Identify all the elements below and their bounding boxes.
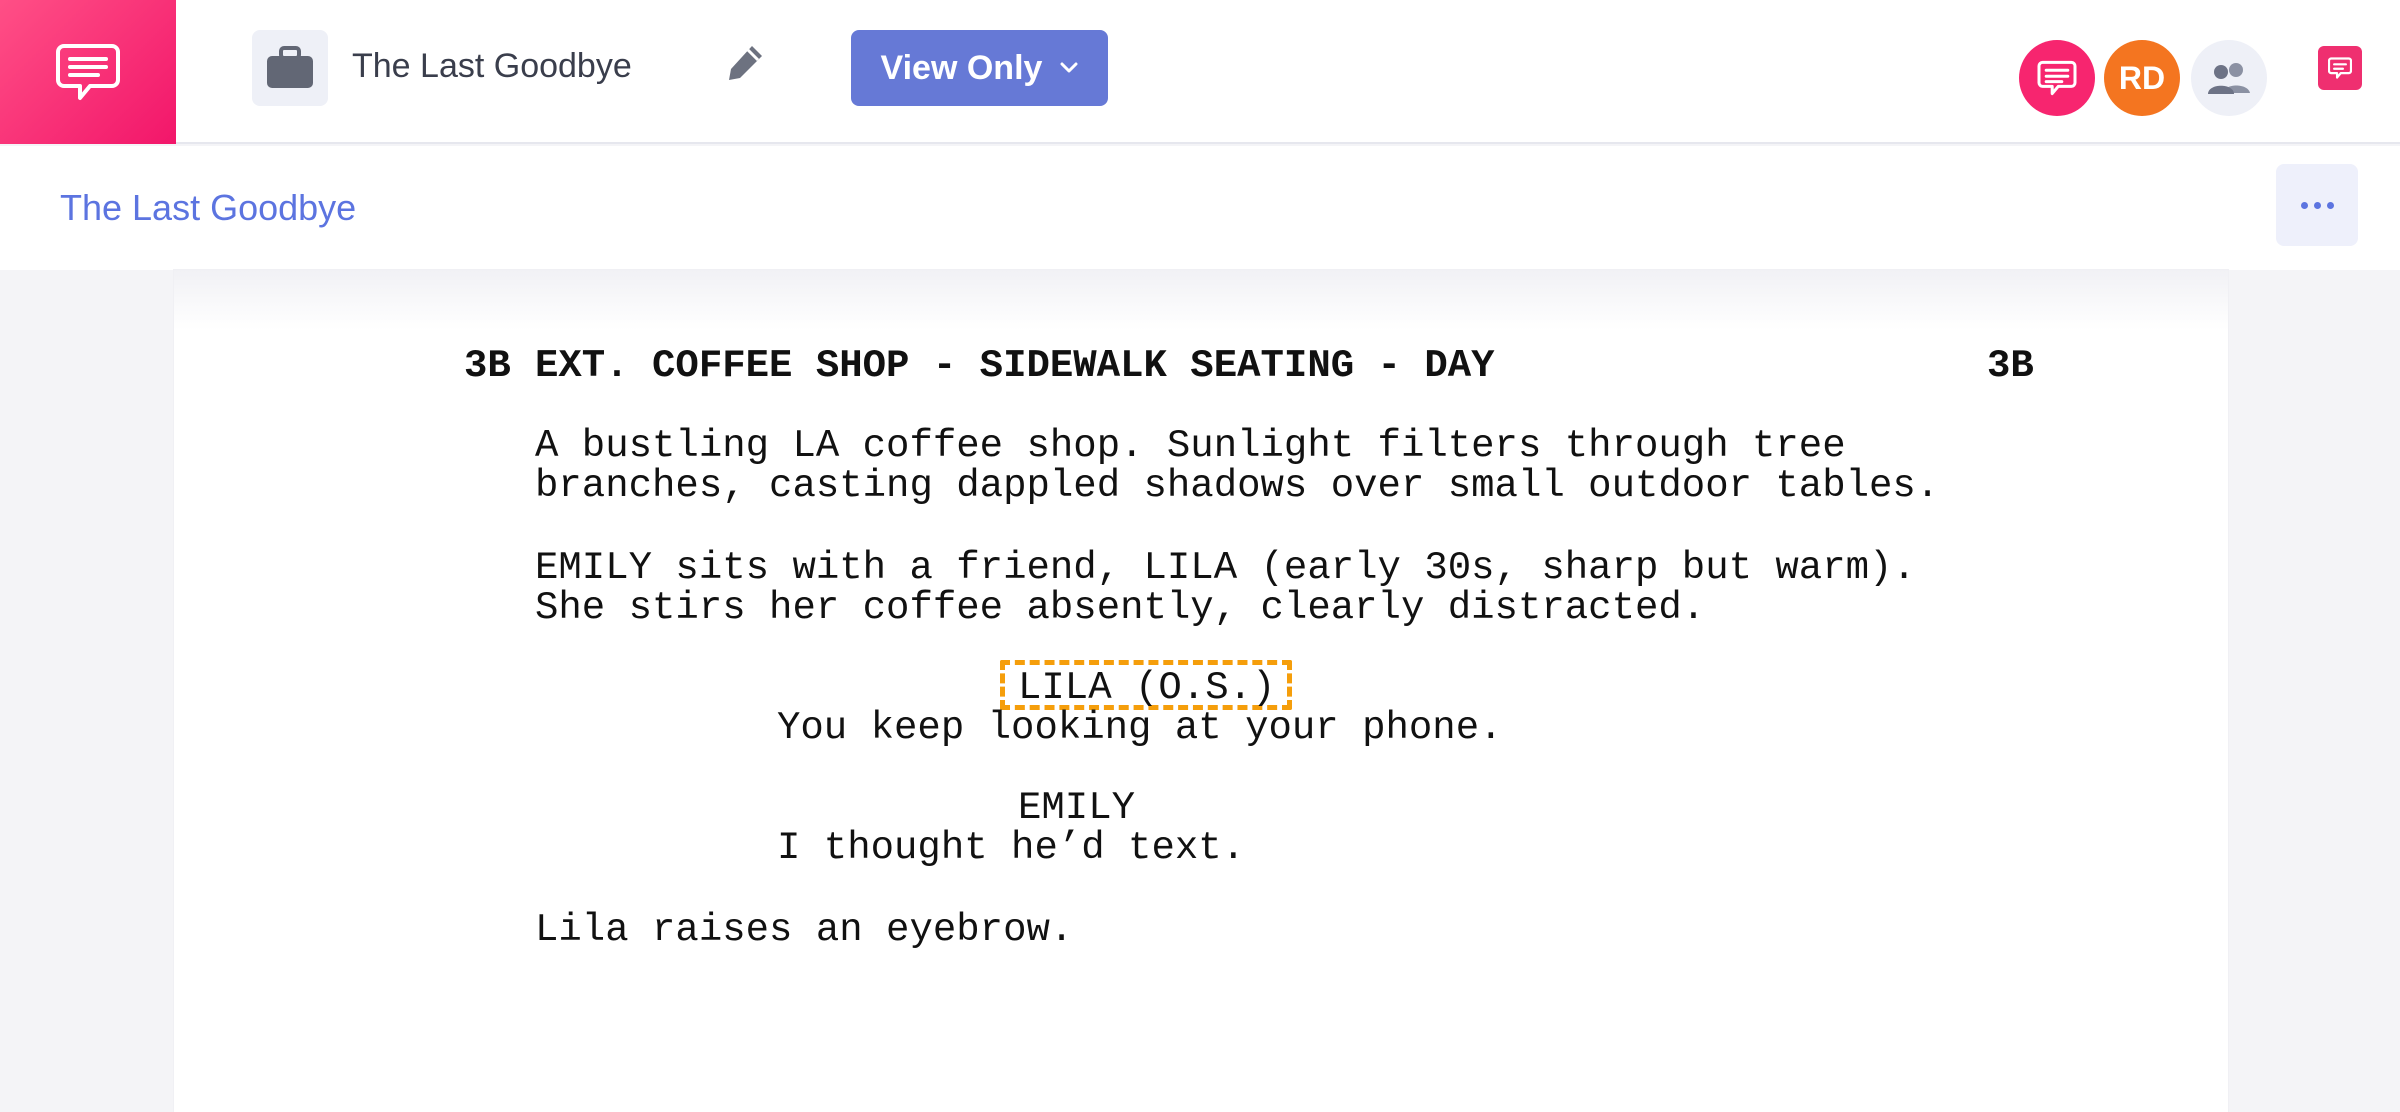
team-button[interactable]	[2191, 40, 2267, 116]
action-line[interactable]: EMILY sits with a friend, LILA (early 30…	[535, 548, 1916, 588]
action-line[interactable]: She stirs her coffee absently, clearly d…	[535, 588, 1705, 628]
view-mode-label: View Only	[880, 48, 1043, 87]
ellipsis-dot	[2326, 201, 2334, 209]
pencil-icon	[729, 46, 762, 80]
scene-heading[interactable]: EXT. COFFEE SHOP - SIDEWALK SEATING - DA…	[535, 346, 1495, 386]
document-header: The Last Goodbye	[0, 146, 2400, 270]
chat-toggle-button[interactable]	[2318, 46, 2362, 90]
scene-number-right: 3B	[1987, 344, 2034, 388]
user-avatar[interactable]: RD	[2104, 40, 2180, 116]
users-icon	[2208, 63, 2250, 94]
chevron-down-icon	[1060, 62, 1078, 73]
action-line[interactable]: branches, casting dappled shadows over s…	[535, 466, 1939, 506]
dialogue-line[interactable]: You keep looking at your phone.	[777, 708, 1503, 748]
ellipsis-dot	[2313, 201, 2321, 209]
chat-bubble-icon	[2328, 57, 2352, 79]
project-title[interactable]: The Last Goodbye	[352, 42, 632, 90]
action-line[interactable]: A bustling LA coffee shop. Sunlight filt…	[535, 426, 1846, 466]
brand-logo[interactable]	[0, 0, 176, 144]
document-title[interactable]: The Last Goodbye	[60, 184, 356, 232]
project-icon-button[interactable]	[252, 30, 328, 106]
character-name[interactable]: EMILY	[1018, 788, 1135, 828]
action-line[interactable]: Lila raises an eyebrow.	[535, 910, 1073, 950]
page-top-shadow	[174, 270, 2228, 330]
scene-number-left: 3B	[464, 344, 511, 388]
user-initials: RD	[2118, 59, 2166, 96]
comments-avatar-button[interactable]	[2019, 40, 2095, 116]
script-page: 3B EXT. COFFEE SHOP - SIDEWALK SEATING -…	[174, 270, 2228, 1112]
more-options-button[interactable]	[2276, 164, 2358, 246]
ellipsis-icon	[2300, 201, 2308, 209]
edit-title-button[interactable]	[722, 38, 770, 86]
chat-bubble-icon	[2037, 60, 2077, 96]
view-mode-dropdown[interactable]: View Only	[851, 30, 1108, 106]
dialogue-line[interactable]: I thought he’d text.	[777, 828, 1245, 868]
chat-bubble-icon	[56, 44, 120, 100]
top-bar: The Last Goodbye View Only RD	[0, 0, 2400, 144]
briefcase-icon	[267, 46, 313, 88]
character-name[interactable]: LILA (O.S.)	[1018, 668, 1275, 708]
